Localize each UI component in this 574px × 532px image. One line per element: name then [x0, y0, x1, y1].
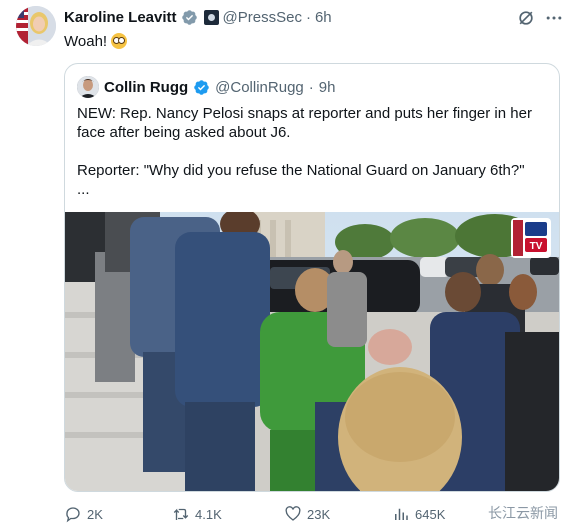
quoted-text-paragraph: NEW: Rep. Nancy Pelosi snaps at reporter… [77, 105, 532, 141]
views-button[interactable]: 645K [392, 503, 445, 525]
author-name[interactable]: Karoline Leavitt [64, 9, 177, 26]
more-options-icon[interactable] [544, 8, 564, 28]
quoted-tweet-text: NEW: Rep. Nancy Pelosi snaps at reporter… [77, 104, 547, 199]
quoted-author-handle[interactable]: @CollinRugg [215, 79, 304, 96]
repost-button[interactable]: 4.1K [172, 503, 222, 525]
author-handle[interactable]: @PressSec [223, 9, 302, 26]
flushed-face-emoji-icon [111, 33, 128, 49]
watermark: 长江云新闻 [488, 505, 558, 521]
dot-separator: · [305, 9, 311, 26]
media-badge-label: TV [530, 241, 543, 252]
like-button[interactable]: 23K [284, 503, 330, 525]
reply-count: 2K [87, 506, 103, 522]
repost-count: 4.1K [195, 506, 222, 522]
quoted-tweet[interactable]: Collin Rugg @CollinRugg · 9h NEW: Rep. N… [64, 63, 560, 492]
verified-badge-icon [194, 79, 209, 95]
government-affiliation-icon [203, 10, 219, 25]
quoted-text-ellipsis: ... [77, 181, 90, 198]
tweet-text-content: Woah! [64, 33, 108, 50]
quoted-author-name[interactable]: Collin Rugg [104, 79, 188, 96]
post-time[interactable]: 6h [315, 9, 332, 26]
dot-separator: · [308, 78, 314, 96]
reply-button[interactable]: 2K [64, 503, 103, 525]
author-avatar[interactable] [16, 6, 56, 46]
author-header: Karoline Leavitt @PressSec · 6h [64, 9, 332, 26]
quoted-media-photo[interactable]: TV [65, 212, 559, 491]
tweet[interactable]: Karoline Leavitt @PressSec · 6h Woah! Co… [0, 0, 574, 532]
quoted-post-time[interactable]: 9h [319, 79, 336, 96]
heart-icon [285, 506, 301, 521]
verified-badge-icon [181, 10, 197, 25]
quoted-author-header: Collin Rugg @CollinRugg · 9h [77, 76, 335, 98]
quoted-author-avatar[interactable] [77, 76, 99, 98]
quoted-text-paragraph: Reporter: "Why did you refuse the Nation… [77, 162, 525, 179]
view-count: 645K [415, 506, 446, 522]
repost-icon [173, 508, 189, 520]
like-count: 23K [307, 506, 331, 522]
analytics-icon [395, 508, 408, 520]
tweet-text: Woah! [64, 33, 128, 50]
grok-icon[interactable] [516, 8, 536, 28]
reply-icon [66, 507, 80, 523]
